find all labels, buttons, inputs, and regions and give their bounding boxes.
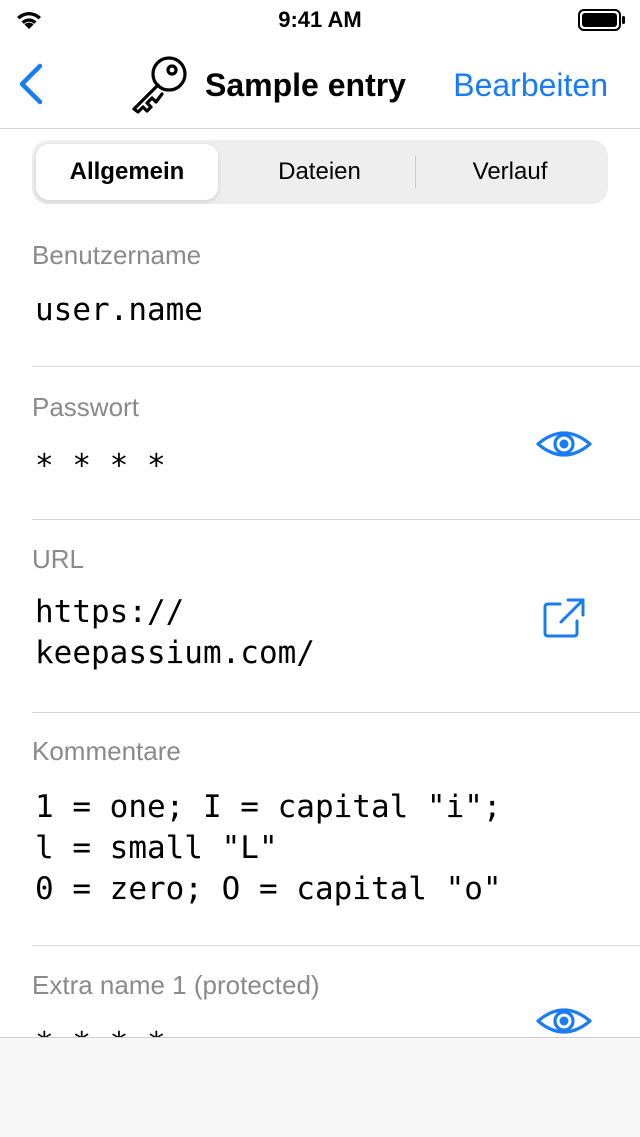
battery-icon	[578, 9, 625, 31]
eye-icon[interactable]	[535, 1005, 593, 1037]
page-title: Sample entry	[205, 67, 406, 103]
edit-button[interactable]: Bearbeiten	[453, 67, 608, 104]
field-label: Benutzername	[32, 240, 202, 270]
field-value: * * * *	[35, 1024, 166, 1037]
back-chevron-icon[interactable]	[14, 62, 54, 106]
segmented-control: Allgemein Dateien Verlauf	[32, 140, 608, 204]
status-bar: 9:41 AM	[0, 0, 640, 40]
field-value: * * * *	[35, 448, 166, 484]
eye-icon[interactable]	[535, 428, 593, 460]
tab-files[interactable]: Dateien	[224, 144, 415, 200]
field-value: user.name	[35, 292, 203, 328]
field-label: Kommentare	[32, 736, 181, 766]
separator	[32, 945, 640, 946]
key-icon	[132, 56, 187, 114]
tab-history[interactable]: Verlauf	[416, 144, 604, 200]
field-label: Passwort	[32, 392, 139, 422]
username-field[interactable]: Benutzername user.name	[32, 238, 640, 366]
separator	[32, 519, 640, 520]
status-time: 9:41 AM	[278, 7, 362, 32]
field-value: 1 = one; I = capital "i"; l = small "L" …	[35, 789, 502, 907]
navigation-bar: Sample entry Bearbeiten	[0, 40, 640, 129]
field-value: https:// keepassium.com/	[35, 594, 315, 671]
separator	[32, 366, 640, 367]
field-label: URL	[32, 544, 85, 574]
field-label: Extra name 1 (protected)	[32, 970, 320, 1000]
tab-general[interactable]: Allgemein	[36, 144, 218, 200]
open-link-icon[interactable]	[541, 596, 587, 640]
bottom-toolbar	[0, 1037, 640, 1137]
comments-field[interactable]: Kommentare 1 = one; I = capital "i"; l =…	[32, 734, 640, 942]
separator	[32, 712, 640, 713]
